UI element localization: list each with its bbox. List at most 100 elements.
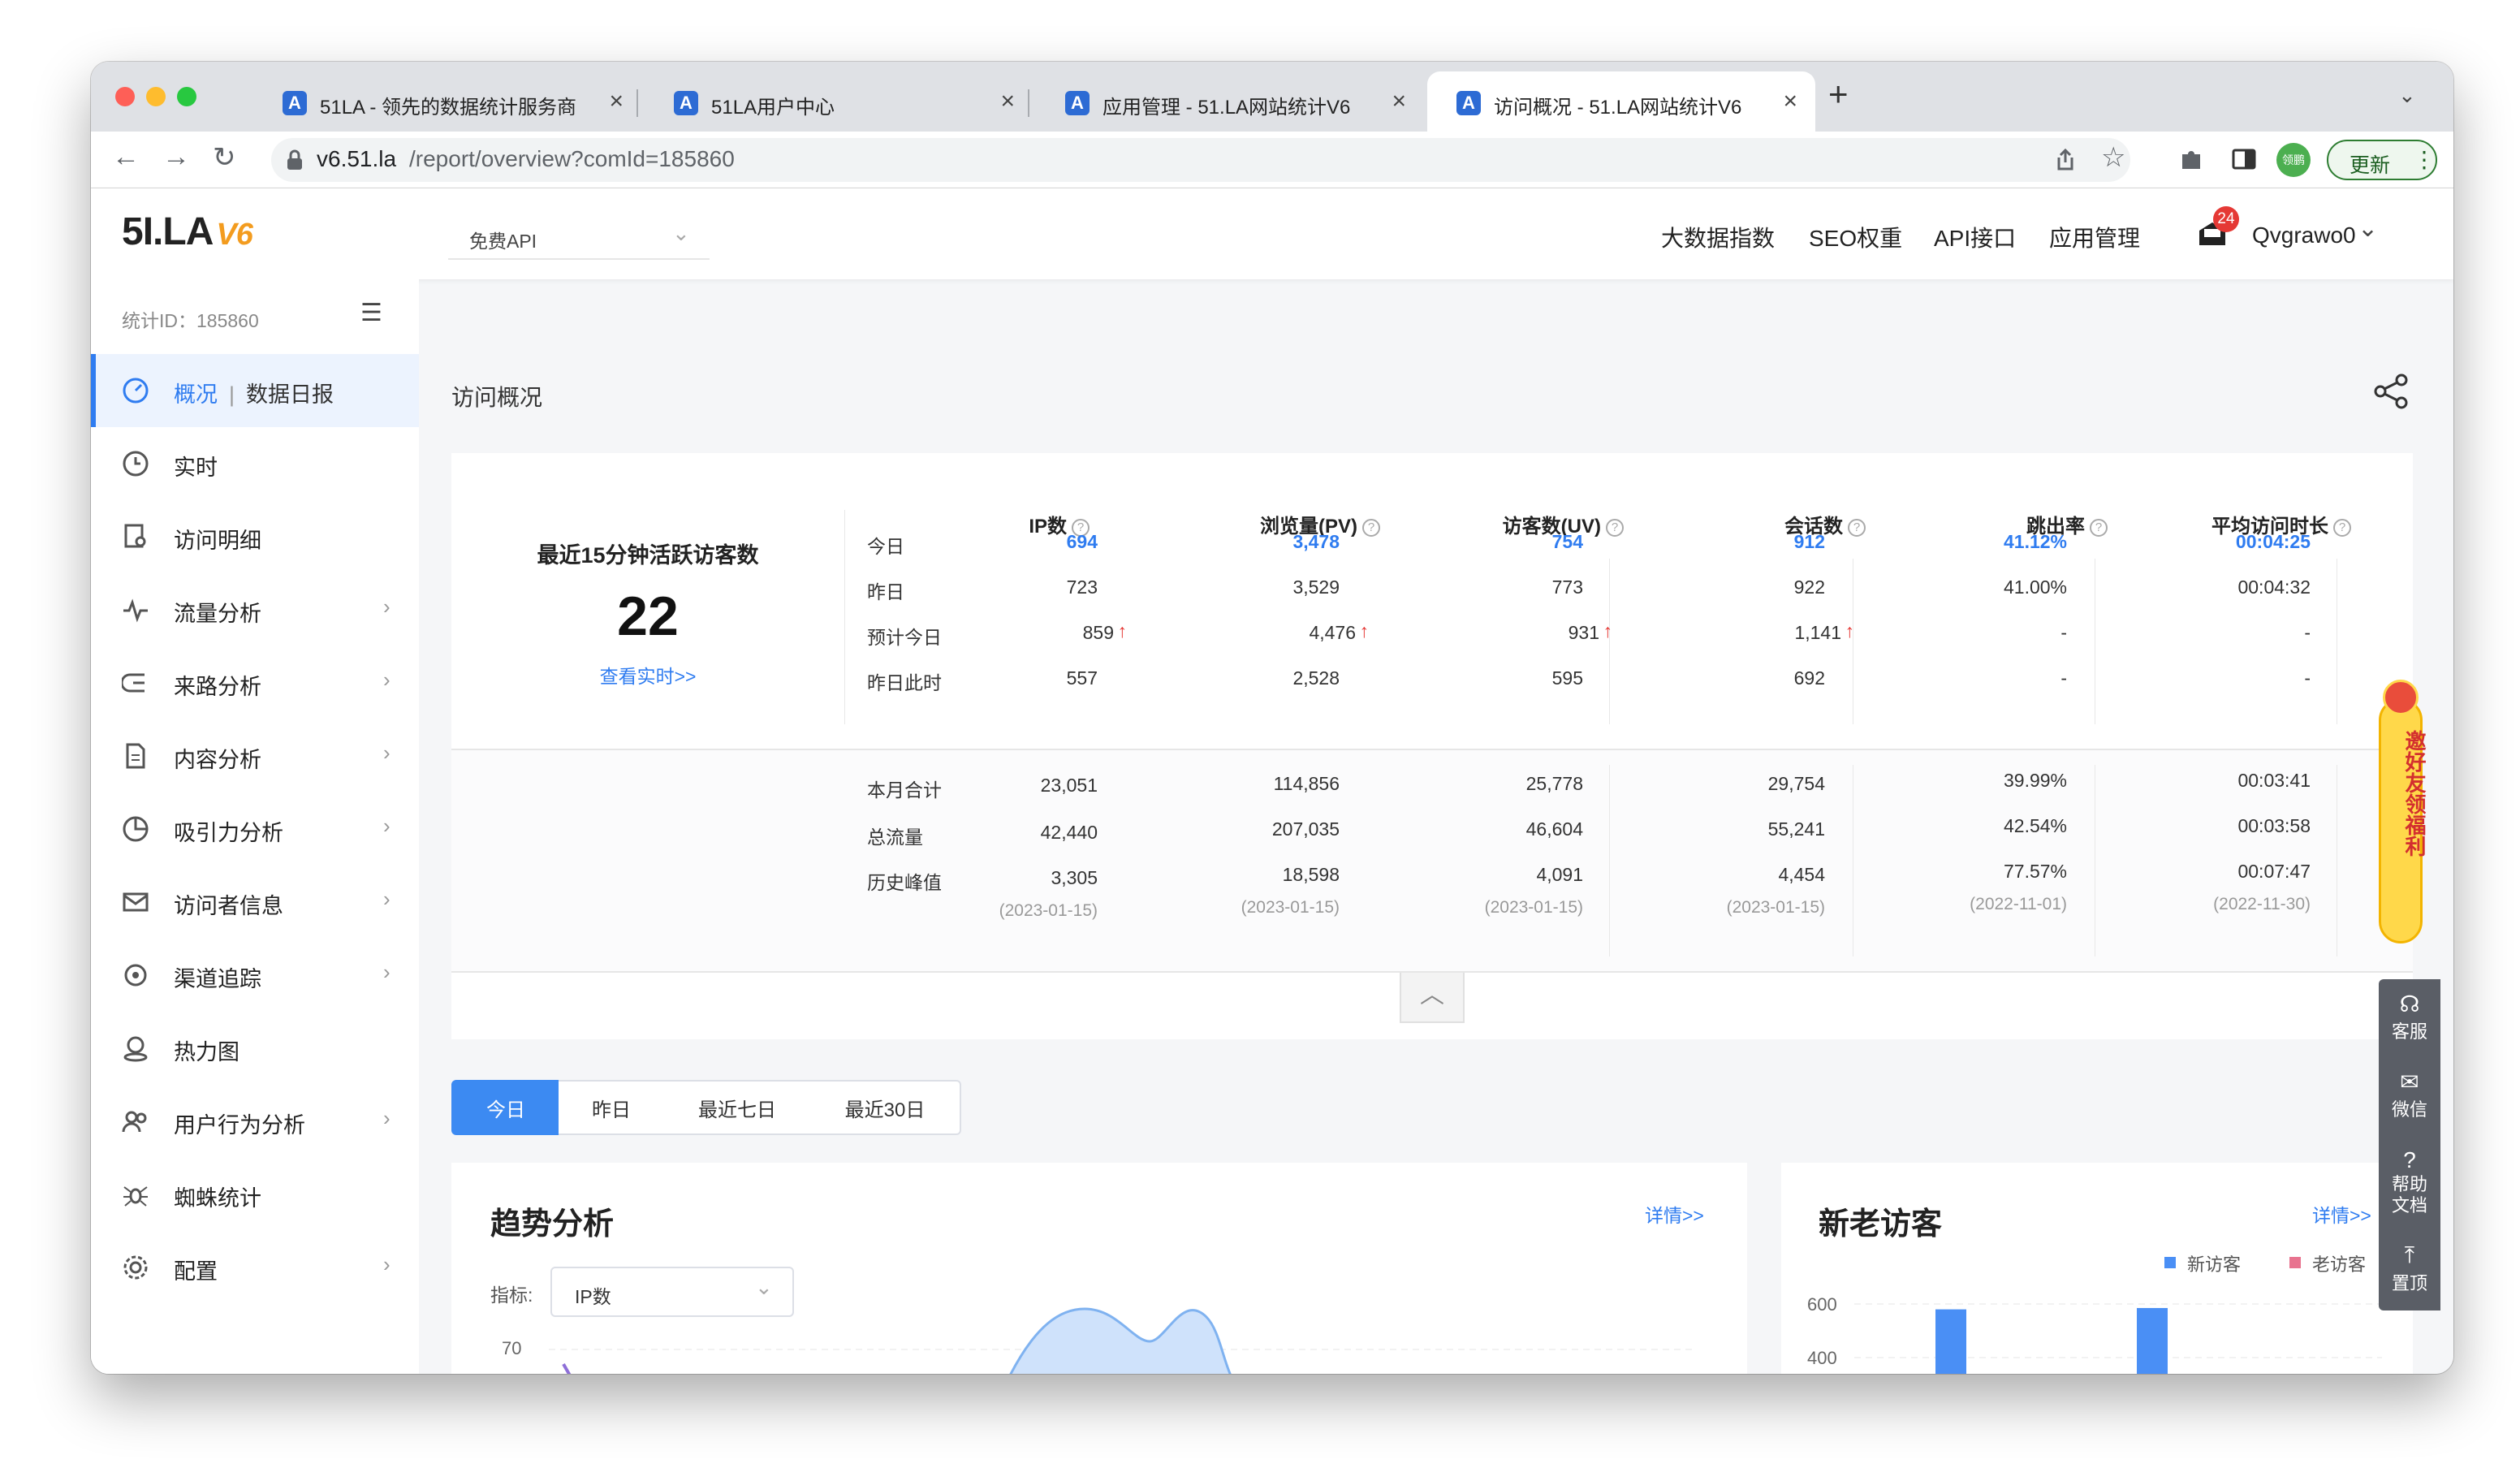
user-menu-chevron-icon[interactable]: ⌄: [2358, 214, 2378, 243]
cell: 39.99%: [2003, 770, 2067, 791]
help-icon[interactable]: ?: [2090, 519, 2108, 537]
row-label: 预计今日: [867, 627, 942, 648]
sidebar-item-source[interactable]: 来路分析 ›: [91, 646, 419, 719]
sidebar-item-label: 渠道追踪: [174, 967, 261, 991]
cell: 42.54%: [2003, 815, 2067, 836]
side-panel-icon[interactable]: [2231, 146, 2257, 172]
nav-seo-weight[interactable]: SEO权重: [1809, 221, 1902, 253]
more-menu-icon[interactable]: ⋮: [2413, 146, 2436, 173]
sidebar-item-content[interactable]: 内容分析 ›: [91, 719, 419, 792]
wechat-button[interactable]: ✉ 微信: [2379, 1069, 2440, 1121]
col-header-label: IP数: [1029, 516, 1067, 538]
sidebar-item-channel[interactable]: 渠道追踪 ›: [91, 939, 419, 1012]
update-button[interactable]: 更新 ⋮: [2327, 140, 2437, 180]
sidebar-item-overview[interactable]: 概况 | 数据日报: [91, 354, 419, 427]
close-window-button[interactable]: [115, 87, 135, 106]
extensions-puzzle-icon[interactable]: [2179, 146, 2205, 172]
share-icon[interactable]: [2372, 372, 2411, 411]
new-tab-button[interactable]: +: [1828, 75, 1849, 114]
share-page-icon[interactable]: [2054, 148, 2077, 172]
new-visitor-bar[interactable]: [2137, 1307, 2168, 1374]
peak-date: (2023-01-15): [1241, 898, 1340, 917]
sidebar-item-visitor-info[interactable]: 访问者信息 ›: [91, 866, 419, 939]
sidebar-item-label: 热力图: [174, 1040, 239, 1064]
summary-section: [451, 749, 2413, 973]
sidebar-item-traffic[interactable]: 流量分析 ›: [91, 573, 419, 646]
active-visitors-label: 最近15分钟活跃访客数: [537, 543, 759, 568]
invite-promo-button[interactable]: 邀好友领福利: [2379, 680, 2427, 943]
overview-label[interactable]: 概况: [174, 382, 218, 407]
profile-avatar[interactable]: 领鹏: [2276, 143, 2311, 177]
browser-tab-3[interactable]: A 应用管理 - 51.LA网站统计V6 ×: [1036, 71, 1424, 132]
tab-close-icon[interactable]: ×: [1392, 88, 1406, 115]
range-tab-7days[interactable]: 最近七日: [664, 1080, 812, 1135]
back-arrow-icon[interactable]: ←: [112, 141, 140, 173]
help-icon[interactable]: ?: [1362, 519, 1380, 537]
sidebar-item-label: 实时: [174, 456, 218, 480]
range-tab-today[interactable]: 今日: [451, 1080, 560, 1135]
cell: 00:07:47: [2237, 861, 2311, 882]
help-icon[interactable]: ?: [1848, 519, 1866, 537]
sidebar-item-label: 访问者信息: [174, 894, 283, 918]
sidebar-item-spider[interactable]: 蜘蛛统计: [91, 1158, 419, 1231]
zoom-window-button[interactable]: [177, 87, 196, 106]
plan-select[interactable]: 免费API ⌄: [448, 216, 710, 260]
collapse-menu-icon[interactable]: ☰: [360, 299, 382, 327]
forward-arrow-icon[interactable]: →: [162, 141, 190, 173]
51la-favicon-icon: A: [283, 91, 307, 115]
sidebar-item-heatmap[interactable]: 热力图: [91, 1012, 419, 1085]
trend-area-series: [1009, 1307, 1232, 1374]
minimize-window-button[interactable]: [146, 87, 166, 106]
sidebar-item-label: 配置: [174, 1259, 218, 1284]
help-icon[interactable]: ?: [1606, 519, 1624, 537]
browser-tab-2[interactable]: A 51LA用户中心 ×: [645, 71, 1033, 132]
nav-app-management[interactable]: 应用管理: [2049, 221, 2140, 253]
chevron-right-icon: ›: [383, 667, 391, 692]
logo[interactable]: 5I.LA V6: [122, 209, 253, 254]
cell: 3,529: [1292, 576, 1340, 598]
address-bar[interactable]: v6.51.la /report/overview?comId=185860 ☆: [271, 138, 2130, 182]
realtime-link[interactable]: 查看实时>>: [451, 661, 844, 689]
help-icon[interactable]: ?: [2333, 519, 2351, 537]
help-docs-button[interactable]: ? 帮助文档: [2379, 1146, 2440, 1216]
nav-api[interactable]: API接口: [1934, 221, 2016, 253]
browser-tab-1[interactable]: A 51LA - 领先的数据统计服务商 ×: [253, 71, 641, 132]
range-tab-30days[interactable]: 最近30日: [810, 1080, 961, 1135]
back-to-top-button[interactable]: ⤒ 置顶: [2379, 1242, 2440, 1295]
reload-icon[interactable]: ↻: [213, 141, 236, 174]
bookmark-star-icon[interactable]: ☆: [2101, 141, 2125, 174]
tab-strip: A 51LA - 领先的数据统计服务商 × A 51LA用户中心 × A 应用管…: [91, 62, 2453, 132]
peak-date: (2022-11-01): [1970, 895, 2067, 913]
sidebar-item-user-behavior[interactable]: 用户行为分析 ›: [91, 1085, 419, 1158]
tab-search-chevron-icon[interactable]: ⌄: [2398, 83, 2416, 108]
sidebar: 统计ID：185860 ☰ 概况 | 数据日报 实时 访问明细 流量分析 › 来…: [91, 279, 419, 1374]
sidebar-item-settings[interactable]: 配置 ›: [91, 1231, 419, 1304]
cell: 114,856: [1273, 773, 1340, 794]
trend-card: 趋势分析 详情>> 指标: IP数 ⌄ 70 60 50: [451, 1163, 1747, 1374]
username[interactable]: Qvgrawo0: [2252, 222, 2356, 248]
tab-close-icon[interactable]: ×: [1000, 88, 1015, 115]
sidebar-item-visit-detail[interactable]: 访问明细: [91, 500, 419, 573]
invite-promo-label: 邀好友领福利: [2402, 730, 2427, 857]
collapse-up-icon[interactable]: ︿: [1400, 973, 1465, 1023]
nav-big-data-index[interactable]: 大数据指数: [1661, 221, 1775, 253]
daily-report-link[interactable]: 数据日报: [246, 382, 334, 407]
chevron-right-icon: ›: [383, 814, 391, 838]
sidebar-item-realtime[interactable]: 实时: [91, 427, 419, 500]
update-label: 更新: [2350, 154, 2391, 177]
cell: 692: [1793, 667, 1825, 689]
tab-close-icon[interactable]: ×: [609, 88, 624, 115]
browser-tab-4-active[interactable]: A 访问概况 - 51.LA网站统计V6 ×: [1427, 71, 1815, 132]
cell: 723: [1066, 576, 1098, 598]
chevron-right-icon: ›: [383, 960, 391, 984]
sidebar-item-attraction[interactable]: 吸引力分析 ›: [91, 792, 419, 866]
peak-date: (2022-11-30): [2213, 895, 2311, 913]
customer-service-button[interactable]: ☊ 客服: [2379, 991, 2440, 1043]
gift-icon: [2383, 680, 2419, 715]
heat-icon: [123, 1036, 148, 1062]
tab-close-icon[interactable]: ×: [1783, 88, 1797, 115]
float-label: 微信: [2391, 1099, 2427, 1120]
cell: 2,528: [1292, 667, 1340, 689]
new-visitor-bar[interactable]: [1935, 1309, 1966, 1374]
range-tab-yesterday[interactable]: 昨日: [559, 1080, 666, 1135]
